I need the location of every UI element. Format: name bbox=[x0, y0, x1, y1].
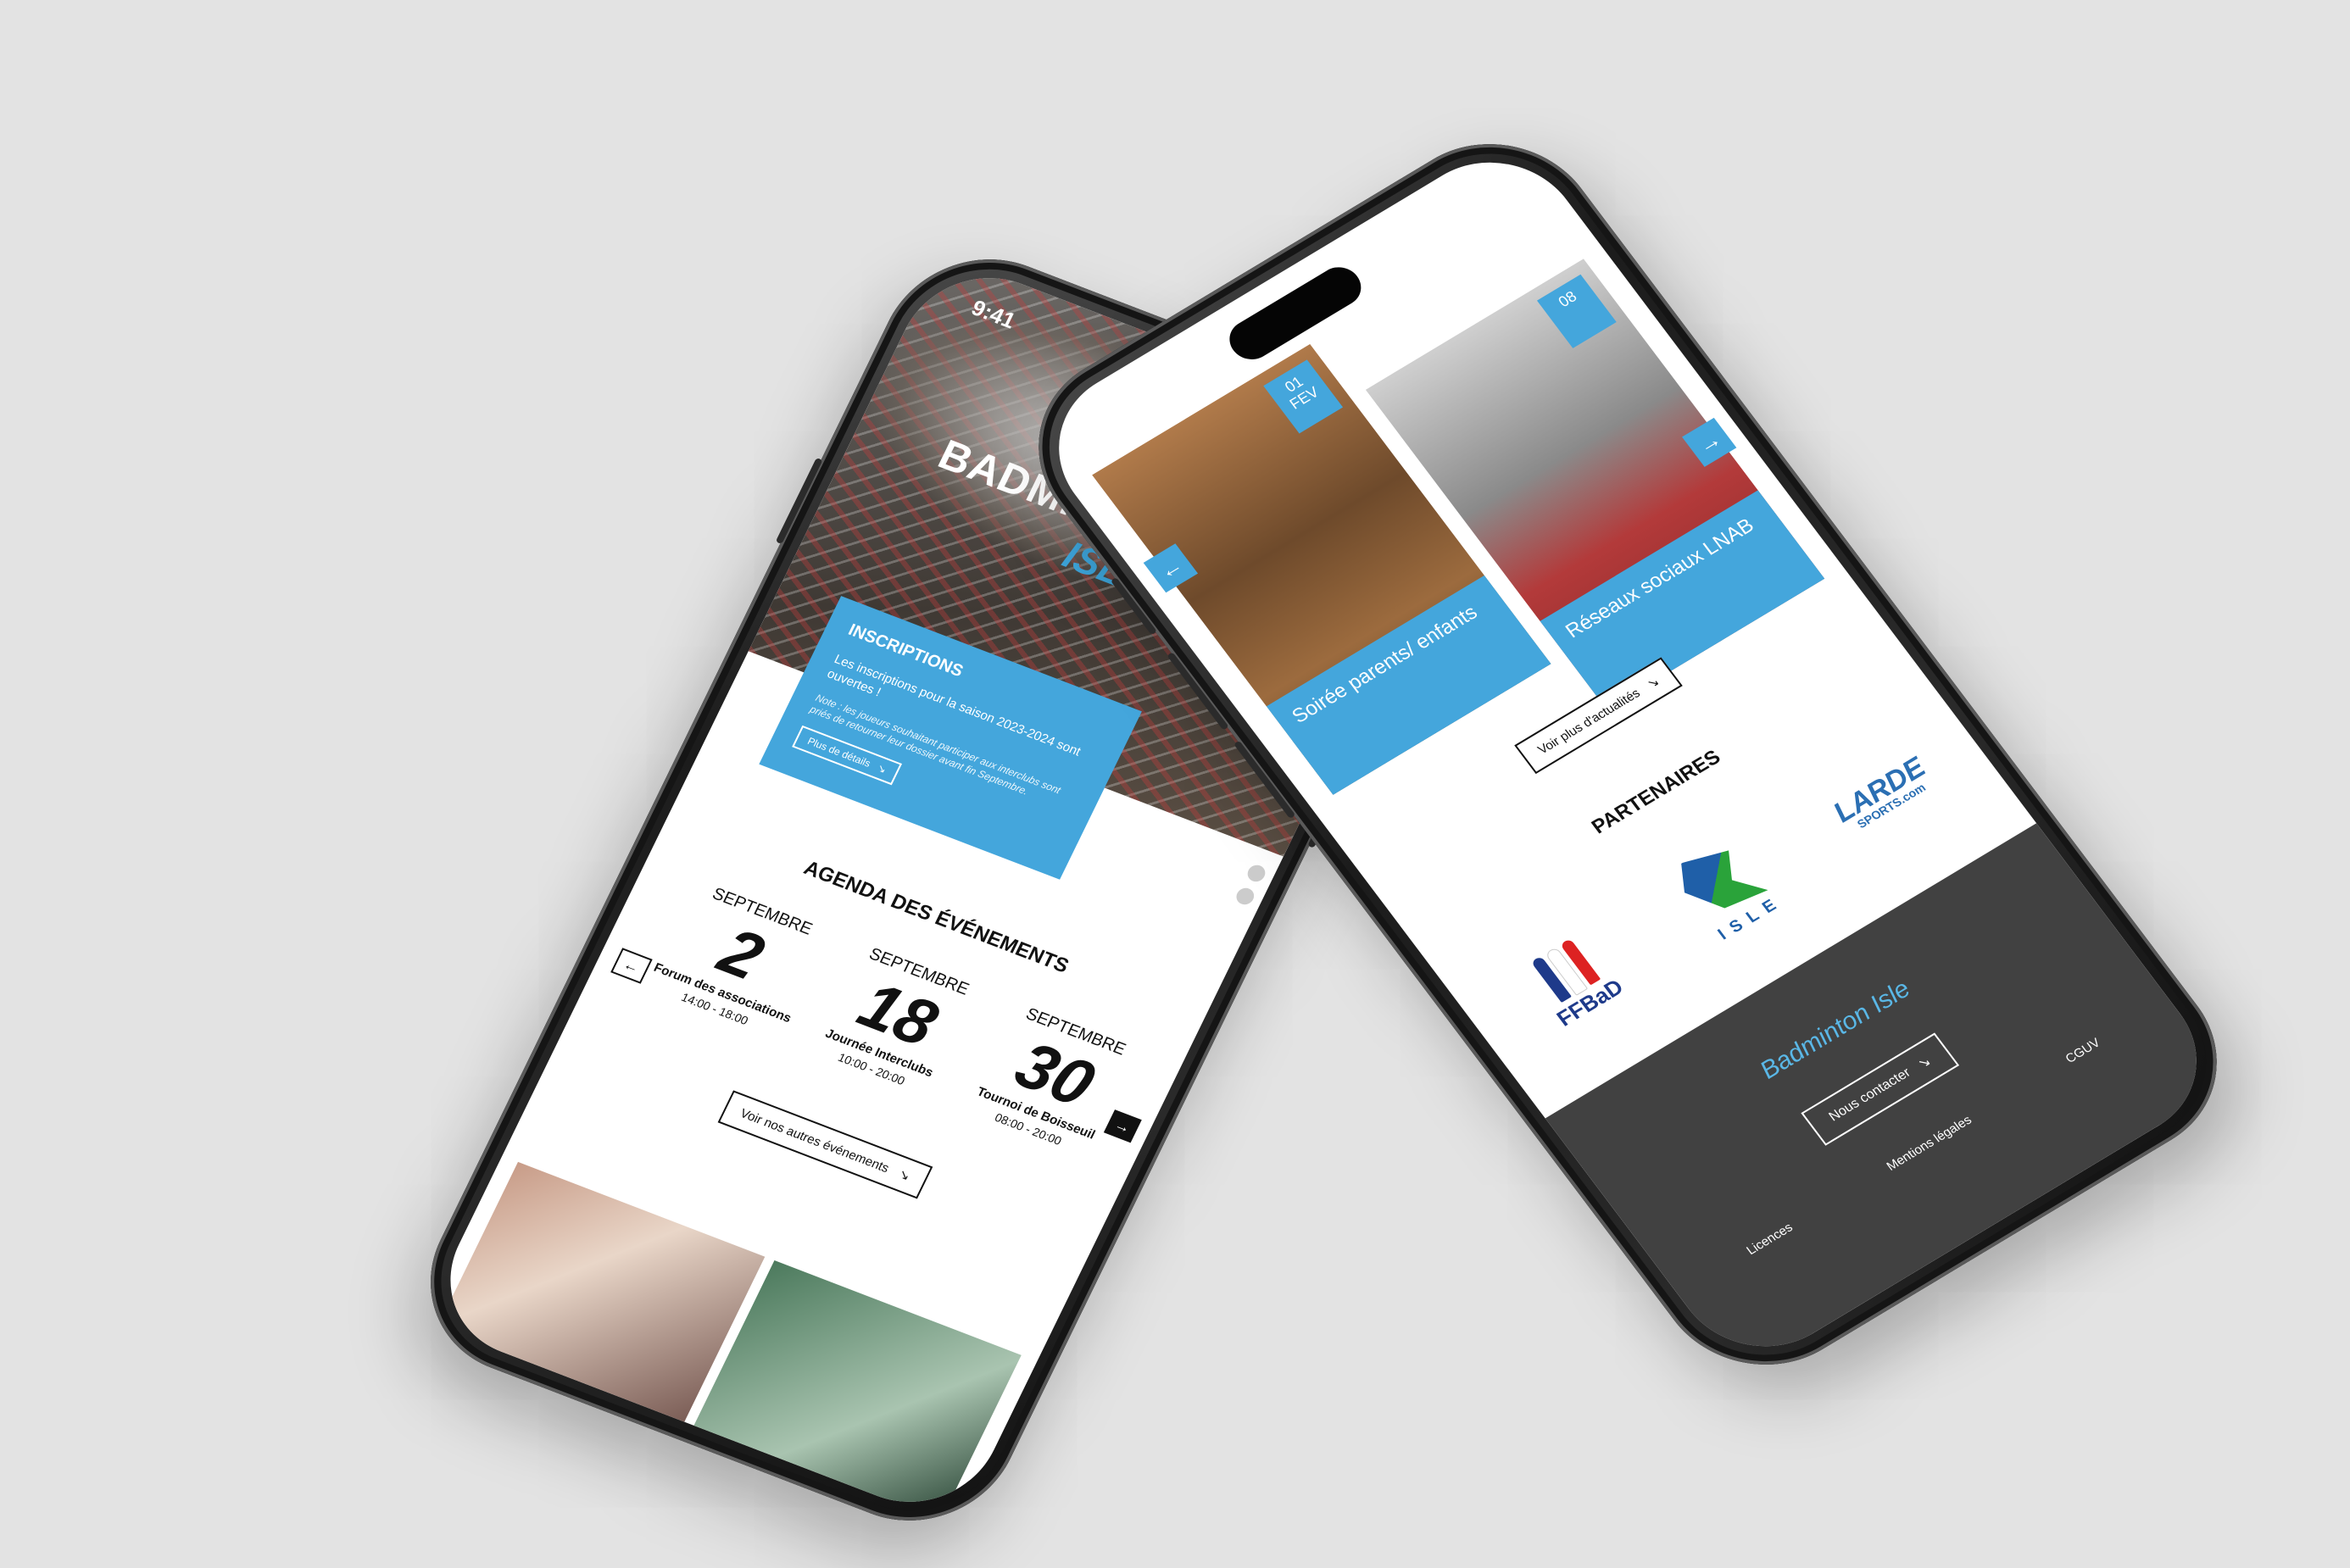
arrow-down-right-icon: ↘ bbox=[1915, 1054, 1935, 1072]
photo-strip bbox=[436, 1161, 1022, 1524]
more-events-label: Voir nos autres événements bbox=[738, 1105, 892, 1176]
arrow-down-right-icon: ↘ bbox=[875, 761, 889, 776]
contact-label: Nous contacter bbox=[1826, 1065, 1913, 1125]
arrow-down-right-icon: ↘ bbox=[895, 1166, 913, 1184]
arrow-down-right-icon: ↘ bbox=[1644, 674, 1662, 692]
arrow-left-icon: ← bbox=[1153, 552, 1188, 584]
more-news-label: Voir plus d'actualités bbox=[1534, 686, 1643, 757]
instagram-icon[interactable] bbox=[1233, 885, 1257, 908]
footer-link-licences[interactable]: Licences bbox=[1744, 1220, 1796, 1258]
arrow-right-icon: → bbox=[1691, 425, 1727, 459]
event-item[interactable]: SEPTEMBRE 2 Forum des associations 14:00… bbox=[641, 876, 838, 1042]
facebook-icon[interactable] bbox=[1245, 862, 1268, 885]
event-item[interactable]: SEPTEMBRE 18 Journée Interclubs 10:00 - … bbox=[797, 936, 994, 1102]
footer-link-cguv[interactable]: CGUV bbox=[2063, 1036, 2102, 1066]
more-events-button[interactable]: Voir nos autres événements ↘ bbox=[717, 1090, 933, 1199]
arrow-left-icon: ← bbox=[621, 954, 643, 976]
footer-link-mentions[interactable]: Mentions légales bbox=[1884, 1113, 1974, 1174]
more-details-label: Plus de détails bbox=[805, 734, 873, 770]
